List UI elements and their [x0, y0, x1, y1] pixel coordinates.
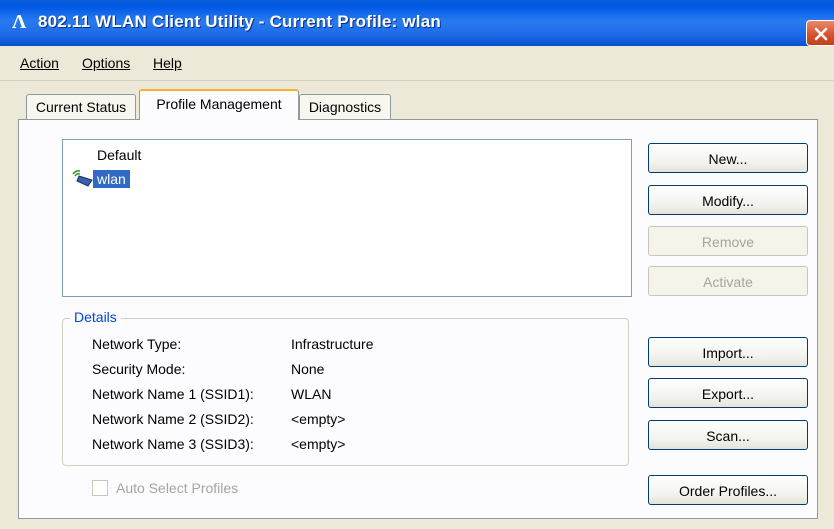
- detail-label-ssid3: Network Name 3 (SSID3):: [92, 436, 254, 452]
- tab-profile-management[interactable]: Profile Management: [139, 89, 299, 120]
- scan-button[interactable]: Scan...: [648, 420, 808, 450]
- detail-value-ssid3: <empty>: [291, 436, 346, 452]
- profile-list[interactable]: Default wlan: [62, 139, 632, 297]
- detail-label-network-type: Network Type:: [92, 336, 182, 352]
- detail-value-ssid1: WLAN: [291, 386, 332, 402]
- menu-bar: Action Options Help: [0, 46, 834, 81]
- tab-diagnostics-label: Diagnostics: [308, 99, 382, 115]
- menu-action[interactable]: Action: [20, 55, 59, 71]
- tab-diagnostics[interactable]: Diagnostics: [299, 94, 391, 120]
- detail-value-security-mode: None: [291, 361, 325, 377]
- detail-label-ssid1: Network Name 1 (SSID1):: [92, 386, 254, 402]
- wireless-profile-icon: [72, 170, 93, 187]
- menu-action-label: Action: [20, 55, 59, 71]
- profile-item-default[interactable]: Default: [97, 147, 141, 163]
- menu-help[interactable]: Help: [153, 55, 182, 71]
- auto-select-profiles-checkbox[interactable]: [92, 480, 108, 496]
- tab-profile-management-label: Profile Management: [156, 96, 282, 112]
- profile-item-label: Default: [97, 147, 142, 163]
- title-bar[interactable]: Λ 802.11 WLAN Client Utility - Current P…: [0, 0, 834, 46]
- close-button[interactable]: [806, 20, 834, 46]
- menu-options-label: Options: [82, 55, 131, 71]
- menu-help-label: Help: [153, 55, 182, 71]
- auto-select-profiles-label: Auto Select Profiles: [116, 480, 239, 496]
- details-legend: Details: [70, 309, 121, 325]
- activate-button[interactable]: Activate: [648, 266, 808, 296]
- close-icon: [814, 27, 828, 41]
- detail-label-ssid2: Network Name 2 (SSID2):: [92, 411, 254, 427]
- export-button[interactable]: Export...: [648, 378, 808, 408]
- modify-button[interactable]: Modify...: [648, 185, 808, 215]
- remove-button[interactable]: Remove: [648, 226, 808, 256]
- new-button[interactable]: New...: [648, 143, 808, 173]
- detail-label-security-mode: Security Mode:: [92, 361, 186, 377]
- order-profiles-button[interactable]: Order Profiles...: [648, 475, 808, 505]
- tab-current-status-label: Current Status: [35, 99, 127, 115]
- app-logo-icon: Λ: [12, 11, 27, 33]
- import-button[interactable]: Import...: [648, 337, 808, 367]
- detail-value-network-type: Infrastructure: [291, 336, 374, 352]
- menu-options[interactable]: Options: [82, 55, 130, 71]
- profile-item-label: wlan: [93, 170, 130, 188]
- detail-value-ssid2: <empty>: [291, 411, 346, 427]
- window-title: 802.11 WLAN Client Utility - Current Pro…: [38, 12, 441, 31]
- tab-current-status[interactable]: Current Status: [26, 94, 136, 120]
